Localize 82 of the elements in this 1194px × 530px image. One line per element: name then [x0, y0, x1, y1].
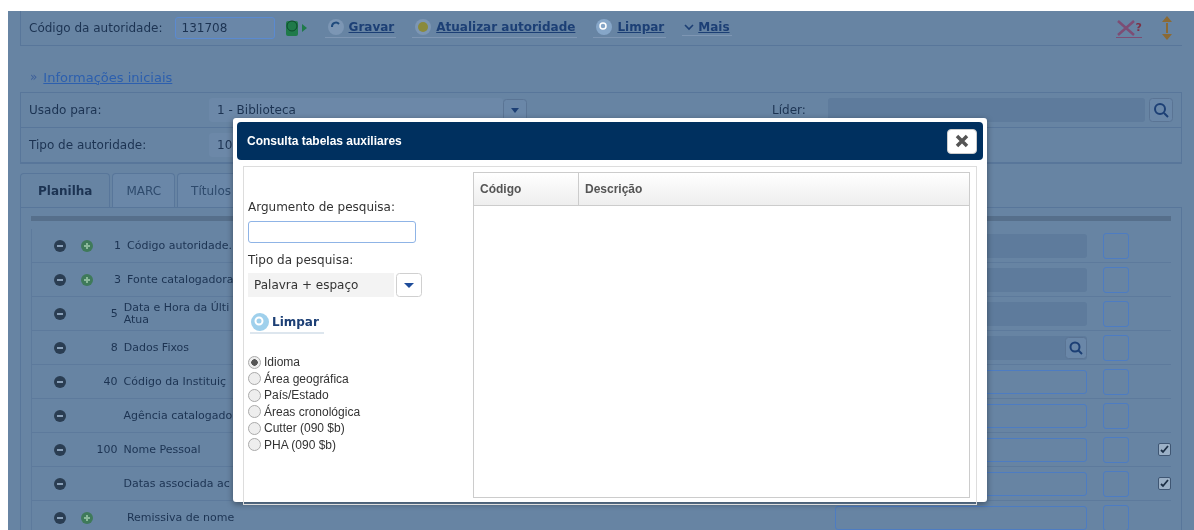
- toolbar-button[interactable]: Atualizar autoridade: [412, 18, 578, 38]
- search-type-select[interactable]: Palavra + espaço: [248, 273, 394, 297]
- tag-number: 40: [102, 375, 118, 388]
- remove-icon[interactable]: [54, 239, 66, 252]
- radio-button[interactable]: [248, 421, 261, 435]
- close-button[interactable]: [947, 128, 977, 154]
- search-icon[interactable]: [1149, 98, 1173, 122]
- clear-button[interactable]: Limpar: [250, 312, 324, 334]
- tag-number: 1: [113, 239, 122, 252]
- tag-number: 8: [109, 341, 118, 354]
- indicator-field[interactable]: [1103, 504, 1130, 530]
- search-label: Argumento de pesquisa:: [248, 200, 396, 214]
- cross-icon: [1115, 18, 1136, 37]
- radio-button[interactable]: [248, 388, 261, 402]
- tag-number: 3: [113, 273, 122, 286]
- tab[interactable]: Planilha: [20, 173, 111, 207]
- remove-icon[interactable]: [54, 443, 66, 456]
- radio-option[interactable]: PHA (090 $b): [248, 436, 473, 453]
- indicator-field[interactable]: [1102, 300, 1129, 327]
- toolbar-button[interactable]: Gravar: [324, 18, 397, 38]
- remove-icon[interactable]: [54, 307, 66, 320]
- remove-icon[interactable]: [54, 375, 66, 388]
- tag-number: 100: [95, 443, 118, 456]
- radio-option[interactable]: Cutter (090 $b): [248, 420, 473, 437]
- toolbar-button[interactable]: Mais: [682, 20, 732, 36]
- field-label: Agência catalogado: [123, 409, 234, 422]
- field-label: Remissiva de nome: [126, 511, 236, 524]
- section-marker: »: [30, 70, 38, 84]
- field-label: Nome Pessoal: [123, 443, 202, 456]
- indicator-field[interactable]: [1102, 334, 1129, 361]
- search-icon[interactable]: [1064, 336, 1087, 359]
- radio-option[interactable]: País/Estado: [248, 387, 473, 404]
- code-label: Código da autoridade:: [29, 21, 163, 35]
- radio-option[interactable]: Área geográfica: [248, 370, 473, 387]
- field-label: Código autoridade.: [127, 239, 233, 252]
- field-label: Fonte catalogadora: [127, 273, 235, 286]
- field-label: Dados Fixos: [123, 341, 191, 354]
- checkbox[interactable]: [1158, 443, 1171, 456]
- add-icon[interactable]: [81, 511, 93, 524]
- leader-field[interactable]: [828, 98, 1145, 122]
- remove-icon[interactable]: [54, 511, 66, 524]
- radio-button[interactable]: [248, 372, 261, 386]
- toolbar-button[interactable]: Limpar: [593, 18, 667, 38]
- tab[interactable]: MARC: [112, 173, 176, 207]
- expand-vertical-icon[interactable]: [1160, 15, 1174, 41]
- indicator-field[interactable]: [1102, 436, 1129, 463]
- indicator-field[interactable]: [1102, 402, 1129, 429]
- field-label: Tipo de autoridade:: [29, 138, 148, 152]
- indicator-field[interactable]: [1102, 368, 1129, 395]
- field-label: Líder:: [772, 103, 807, 117]
- radio-option[interactable]: Áreas cronológica: [248, 403, 473, 420]
- remove-icon[interactable]: [54, 341, 66, 354]
- checkbox[interactable]: [1158, 477, 1171, 490]
- column-header[interactable]: Descrição: [579, 173, 643, 205]
- indicator-field[interactable]: [1102, 232, 1129, 259]
- add-icon[interactable]: [81, 273, 93, 286]
- radio-button[interactable]: [248, 355, 261, 369]
- field-label: Data e Hora da Últi Atua: [123, 301, 231, 326]
- remove-icon[interactable]: [54, 273, 66, 286]
- field-label: Datas associada ac: [123, 477, 231, 490]
- input-field[interactable]: [835, 505, 1088, 530]
- caret-icon: [684, 22, 695, 32]
- refresh-icon: [326, 18, 345, 36]
- column-header[interactable]: Código: [474, 173, 579, 205]
- help-button[interactable]: ?: [1115, 18, 1142, 38]
- radio-button[interactable]: [248, 438, 261, 452]
- dropdown-button[interactable]: [503, 99, 527, 121]
- radio-option[interactable]: Idioma: [248, 354, 473, 371]
- dialog-title: Consulta tabelas auxiliares: [247, 134, 402, 148]
- code-field[interactable]: 131708: [174, 17, 275, 39]
- remove-icon[interactable]: [54, 409, 66, 422]
- search-field[interactable]: [248, 221, 416, 243]
- radio-button[interactable]: [248, 405, 261, 419]
- indicator-field[interactable]: [1102, 266, 1129, 293]
- field-label: Usado para:: [29, 103, 103, 117]
- type-label: Tipo da pesquisa:: [248, 253, 355, 267]
- tag-number: 5: [109, 307, 118, 320]
- indicator-field[interactable]: [1102, 470, 1129, 497]
- close-icon: [955, 134, 969, 148]
- add-icon[interactable]: [81, 239, 93, 252]
- field-label: Código da Instituiç: [123, 375, 228, 388]
- remove-icon[interactable]: [54, 477, 66, 490]
